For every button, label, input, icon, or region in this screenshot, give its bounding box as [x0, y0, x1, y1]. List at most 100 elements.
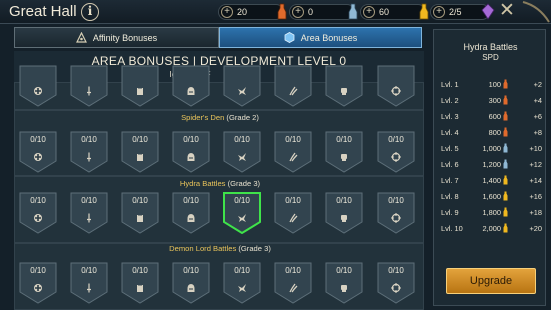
def-tower-icon: [137, 88, 143, 95]
resource-value: 20: [237, 7, 248, 17]
bonus-tile-spd[interactable]: 0/10: [223, 262, 261, 304]
bonus-tile-hp[interactable]: 0/10: [19, 131, 57, 173]
tile-value: 0/10: [234, 266, 250, 275]
close-icon[interactable]: ✕: [496, 0, 518, 22]
tile-value: 0/10: [132, 135, 148, 144]
corner-ornament-icon: [522, 1, 550, 23]
level-bonus: +6: [533, 112, 542, 121]
info-icon[interactable]: i: [81, 3, 99, 21]
tab-area-bonuses[interactable]: Area Bonuses: [219, 27, 422, 48]
cdmg-claw-icon: [289, 213, 298, 223]
hp-cross-icon: [34, 284, 42, 292]
bonus-tile-c-dmg[interactable]: 0/10: [274, 262, 312, 304]
area-gem-icon: [284, 32, 295, 43]
level-cost: 1,600: [482, 192, 502, 201]
atk-sword-icon: [87, 86, 91, 96]
tile-value: 0/10: [30, 135, 46, 144]
resource-yellow-potion[interactable]: + 60: [360, 3, 429, 20]
tab-label: Area Bonuses: [300, 33, 358, 43]
bonus-tile-def[interactable]: 0/10: [121, 131, 159, 173]
section-name: Demon Lord Battles: [169, 244, 237, 253]
tile-value: 0/10: [81, 135, 97, 144]
resource-orange-potion[interactable]: + 20: [218, 3, 287, 20]
level-bonus: +8: [533, 128, 542, 137]
bonus-tile-atk[interactable]: [70, 65, 108, 107]
bonus-tile-acc[interactable]: 0/10: [377, 192, 415, 234]
tile-value: 0/10: [388, 266, 404, 275]
bonus-tile-atk[interactable]: 0/10: [70, 192, 108, 234]
level-row: Lvl. 2 300 +4: [434, 94, 547, 108]
bonus-tile-res[interactable]: 0/10: [325, 192, 363, 234]
bonus-tile-atk[interactable]: 0/10: [70, 262, 108, 304]
bonus-tile-def[interactable]: 0/10: [121, 192, 159, 234]
tile-value: 0/10: [81, 266, 97, 275]
tile-value: 0/10: [81, 196, 97, 205]
bonus-tile-c-dmg[interactable]: [274, 65, 312, 107]
section-name: Hydra Battles: [179, 179, 226, 188]
level-row: Lvl. 1 100 +2: [434, 78, 547, 92]
resource-blue-potion[interactable]: + 0: [289, 3, 358, 20]
level-row: Lvl. 6 1,200 +12: [434, 158, 547, 172]
def-tower-icon: [137, 285, 143, 292]
resource-value: 2/5: [449, 7, 462, 17]
tile-value: 0/10: [132, 266, 148, 275]
tab-affinity-bonuses[interactable]: Affinity Bonuses: [14, 27, 219, 48]
plus-icon[interactable]: +: [363, 6, 375, 18]
bonus-tile-hp[interactable]: 0/10: [19, 262, 57, 304]
level-label: Lvl. 3: [441, 112, 459, 121]
tile-value: 0/10: [336, 135, 352, 144]
bonus-tile-c-dmg[interactable]: 0/10: [274, 192, 312, 234]
bonus-tile-hp[interactable]: 0/10: [19, 192, 57, 234]
section-title: Demon Lord Battles (Grade 3): [15, 244, 424, 253]
detail-panel: Hydra Battles SPD Lvl. 1 100 +2 Lvl. 2 300 +4…: [433, 29, 546, 306]
bonus-tile-acc[interactable]: 0/10: [377, 131, 415, 173]
potion-orange-icon: [503, 95, 508, 105]
ignore-def-helmet-icon: [187, 87, 195, 95]
plus-icon[interactable]: +: [221, 6, 233, 18]
hp-cross-icon: [34, 153, 42, 161]
tile-value: 0/10: [285, 135, 301, 144]
tile-value: 0/10: [132, 196, 148, 205]
resource-value: 0: [308, 7, 314, 17]
level-row: Lvl. 7 1,400 +14: [434, 174, 547, 188]
level-row: Lvl. 4 800 +8: [434, 126, 547, 140]
potion-blue-icon: [348, 3, 358, 20]
tile-value: 0/10: [30, 196, 46, 205]
plus-icon[interactable]: +: [292, 6, 304, 18]
tile-value: 0/10: [285, 196, 301, 205]
bonus-tile-ignore-def[interactable]: 0/10: [172, 131, 210, 173]
bonus-tile-spd[interactable]: [223, 65, 261, 107]
bonus-tile-acc[interactable]: [377, 65, 415, 107]
bonus-tile-atk[interactable]: 0/10: [70, 131, 108, 173]
bonus-tile-def[interactable]: 0/10: [121, 262, 159, 304]
bonus-tile-c-dmg[interactable]: 0/10: [274, 131, 312, 173]
ignore-def-helmet-icon: [187, 153, 195, 161]
section-grade: (Grade 3): [225, 179, 261, 188]
upgrade-button[interactable]: Upgrade: [446, 268, 536, 294]
bonus-tile-ignore-def[interactable]: 0/10: [172, 262, 210, 304]
potion-orange-icon: [503, 111, 508, 121]
bonus-tile-res[interactable]: 0/10: [325, 262, 363, 304]
level-row: Lvl. 8 1,600 +16: [434, 190, 547, 204]
res-fist-icon: [341, 285, 347, 292]
bonus-tile-spd[interactable]: 0/10: [223, 131, 261, 173]
bonus-tile-ignore-def[interactable]: 0/10: [172, 192, 210, 234]
bonus-tile-hp[interactable]: [19, 65, 57, 107]
level-bonus: +10: [529, 144, 542, 153]
section-name: Spider's Den: [181, 113, 225, 122]
level-cost: 2,000: [482, 224, 502, 233]
potion-orange-icon: [503, 127, 508, 137]
bonus-tile-res[interactable]: 0/10: [325, 131, 363, 173]
bonus-section: Demon Lord Battles (Grade 3) 0/10 0/10 0/10…: [14, 243, 424, 310]
res-fist-icon: [341, 88, 347, 95]
bonus-tile-spd[interactable]: 0/10: [223, 192, 261, 234]
bonus-tile-def[interactable]: [121, 65, 159, 107]
resource-gem[interactable]: + 2/5: [430, 3, 495, 20]
bonus-tile-ignore-def[interactable]: [172, 65, 210, 107]
tile-value: 0/10: [234, 196, 250, 205]
bonus-tile-acc[interactable]: 0/10: [377, 262, 415, 304]
plus-icon[interactable]: +: [433, 6, 445, 18]
bonus-tile-res[interactable]: [325, 65, 363, 107]
panel-subtitle: SPD: [482, 53, 499, 62]
page-title: Great Hall: [9, 3, 77, 20]
